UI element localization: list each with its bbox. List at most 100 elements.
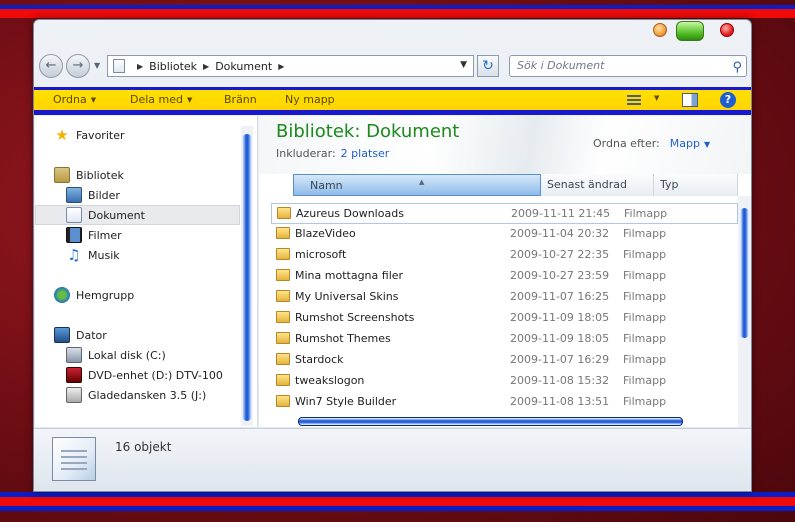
folder-icon (276, 290, 290, 302)
bottom-red-stripe (0, 497, 795, 506)
sidebar-item-label: Dokument (88, 208, 145, 222)
search-input[interactable]: Sök i Dokument ⚲ (509, 55, 747, 77)
sidebar-item-favorites[interactable]: ★ Favoriter (35, 125, 240, 145)
file-name: tweakslogon (295, 374, 365, 387)
forward-button[interactable]: → (66, 54, 90, 78)
table-row[interactable]: Rumshot Screenshots 2009-11-09 18:05 Filma… (271, 308, 738, 329)
sidebar-item-label: Bibliotek (76, 168, 124, 182)
table-row[interactable]: BlazeVideo 2009-11-04 20:32 Filmapp (271, 224, 738, 245)
chevron-down-icon[interactable]: ▼ (460, 60, 467, 70)
chevron-right-icon[interactable]: ▶ (278, 62, 284, 71)
sidebar-item-music[interactable]: ♫ Musik (35, 245, 240, 265)
burn-button[interactable]: Bränn (224, 93, 257, 106)
dvd-drive-icon (66, 367, 82, 383)
chevron-right-icon[interactable]: ▶ (137, 62, 143, 71)
vertical-scrollbar-thumb[interactable] (740, 208, 749, 338)
maximize-button[interactable] (676, 21, 704, 41)
file-list-horizontal-scrollbar[interactable] (70, 416, 730, 427)
new-folder-button[interactable]: Ny mapp (285, 93, 335, 106)
file-date: 2009-11-07 16:25 (510, 290, 610, 303)
sidebar-item-label: Bilder (88, 188, 120, 202)
table-row[interactable]: tweakslogon 2009-11-08 15:32 Filmapp (271, 371, 738, 392)
horizontal-scrollbar-thumb[interactable] (298, 417, 683, 426)
breadcrumb-bibliotek[interactable]: Bibliotek (149, 60, 197, 73)
sidebar-item-computer[interactable]: Dator (35, 325, 240, 345)
sidebar-item-drive-j[interactable]: Gladedansken 3.5 (J:) (35, 385, 240, 405)
column-header-type[interactable]: Typ (654, 174, 738, 196)
breadcrumb-dokument[interactable]: Dokument (215, 60, 272, 73)
file-type: Filmapp (623, 353, 667, 366)
file-list-vertical-scrollbar[interactable] (738, 196, 751, 427)
file-date: 2009-11-04 20:32 (510, 227, 610, 240)
computer-icon (54, 327, 70, 343)
archive-drive-icon (66, 387, 82, 403)
file-name: Stardock (295, 353, 344, 366)
column-label: Senast ändrad (547, 178, 627, 191)
folder-icon (276, 311, 290, 323)
table-row[interactable]: Azureus Downloads 2009-11-11 21:45 Filmapp (271, 203, 738, 224)
file-type: Filmapp (624, 207, 668, 220)
file-date: 2009-11-11 21:45 (511, 207, 611, 220)
chevron-down-icon[interactable]: ▼ (704, 140, 710, 149)
file-name: My Universal Skins (295, 290, 399, 303)
sidebar-item-drive-d[interactable]: DVD-enhet (D:) DTV-100 (35, 365, 240, 385)
sidebar-item-label: Dator (76, 328, 107, 342)
recent-pages-dropdown[interactable]: ▼ (94, 61, 100, 70)
arrange-by: Ordna efter: Mapp ▼ (593, 137, 710, 150)
file-name: Azureus Downloads (296, 207, 404, 220)
arrow-left-icon: ← (45, 58, 57, 73)
column-header-modified[interactable]: Senast ändrad (541, 174, 654, 196)
file-date: 2009-11-07 16:29 (510, 353, 610, 366)
file-type: Filmapp (623, 311, 667, 324)
arrange-label: Ordna efter: (593, 137, 660, 150)
organize-label: Ordna (53, 93, 87, 106)
item-count: 16 objekt (115, 440, 172, 454)
music-note-icon: ♫ (67, 246, 81, 264)
sidebar-scrollbar[interactable] (241, 126, 253, 426)
hard-disk-icon (66, 347, 82, 363)
address-bar[interactable]: ▶ Bibliotek ▶ Dokument ▶ ▼ (107, 55, 474, 77)
share-button[interactable]: Dela med ▼ (130, 93, 192, 106)
minimize-button[interactable] (653, 23, 667, 37)
table-row[interactable]: Mina mottagna filer 2009-10-27 23:59 Filma… (271, 266, 738, 287)
table-row[interactable]: Stardock 2009-11-07 16:29 Filmapp (271, 350, 738, 371)
file-type: Filmapp (623, 290, 667, 303)
sidebar-scrollbar-thumb[interactable] (242, 134, 252, 421)
preview-pane-icon[interactable] (682, 93, 698, 107)
back-button[interactable]: ← (39, 54, 63, 78)
folder-icon (276, 248, 290, 260)
table-row[interactable]: Rumshot Themes 2009-11-09 18:05 Filmapp (271, 329, 738, 350)
chevron-down-icon[interactable]: ▼ (654, 94, 659, 102)
search-placeholder: Sök i Dokument (517, 59, 605, 72)
sidebar-item-libraries[interactable]: Bibliotek (35, 165, 240, 185)
top-red-stripe (0, 9, 795, 18)
column-label: Namn (310, 179, 343, 192)
search-icon[interactable]: ⚲ (732, 58, 742, 78)
sidebar-item-pictures[interactable]: Bilder (35, 185, 240, 205)
chevron-right-icon[interactable]: ▶ (203, 62, 209, 71)
close-button[interactable] (720, 23, 734, 37)
refresh-button[interactable]: ↻ (477, 55, 499, 77)
organize-button[interactable]: Ordna ▼ (53, 93, 96, 106)
table-row[interactable]: microsoft 2009-10-27 22:35 Filmapp (271, 245, 738, 266)
arrow-right-icon: → (72, 58, 84, 73)
includes-locations-link[interactable]: 2 platser (341, 147, 390, 160)
table-row[interactable]: My Universal Skins 2009-11-07 16:25 Filmap… (271, 287, 738, 308)
sidebar-item-drive-c[interactable]: Lokal disk (C:) (35, 345, 240, 365)
file-date: 2009-11-08 15:32 (510, 374, 610, 387)
table-row[interactable]: Win7 Style Builder 2009-11-08 13:51 Filmap… (271, 392, 738, 413)
file-name: Mina mottagna filer (295, 269, 404, 282)
sidebar-item-homegroup[interactable]: Hemgrupp (35, 285, 240, 305)
refresh-icon: ↻ (482, 58, 494, 74)
help-icon[interactable]: ? (720, 92, 736, 108)
file-type: Filmapp (623, 248, 667, 261)
arrange-by-dropdown[interactable]: Mapp (670, 137, 700, 150)
column-header-name[interactable]: Namn ▲ (293, 174, 541, 196)
sidebar-item-documents[interactable]: Dokument (35, 205, 240, 225)
chevron-down-icon: ▼ (187, 96, 193, 104)
sidebar-item-videos[interactable]: Filmer (35, 225, 240, 245)
view-options-icon[interactable] (627, 95, 641, 105)
file-type: Filmapp (623, 227, 667, 240)
navigation-pane: ★ Favoriter Bibliotek Bilder Dokument Fil… (35, 116, 258, 427)
document-icon (66, 207, 82, 223)
